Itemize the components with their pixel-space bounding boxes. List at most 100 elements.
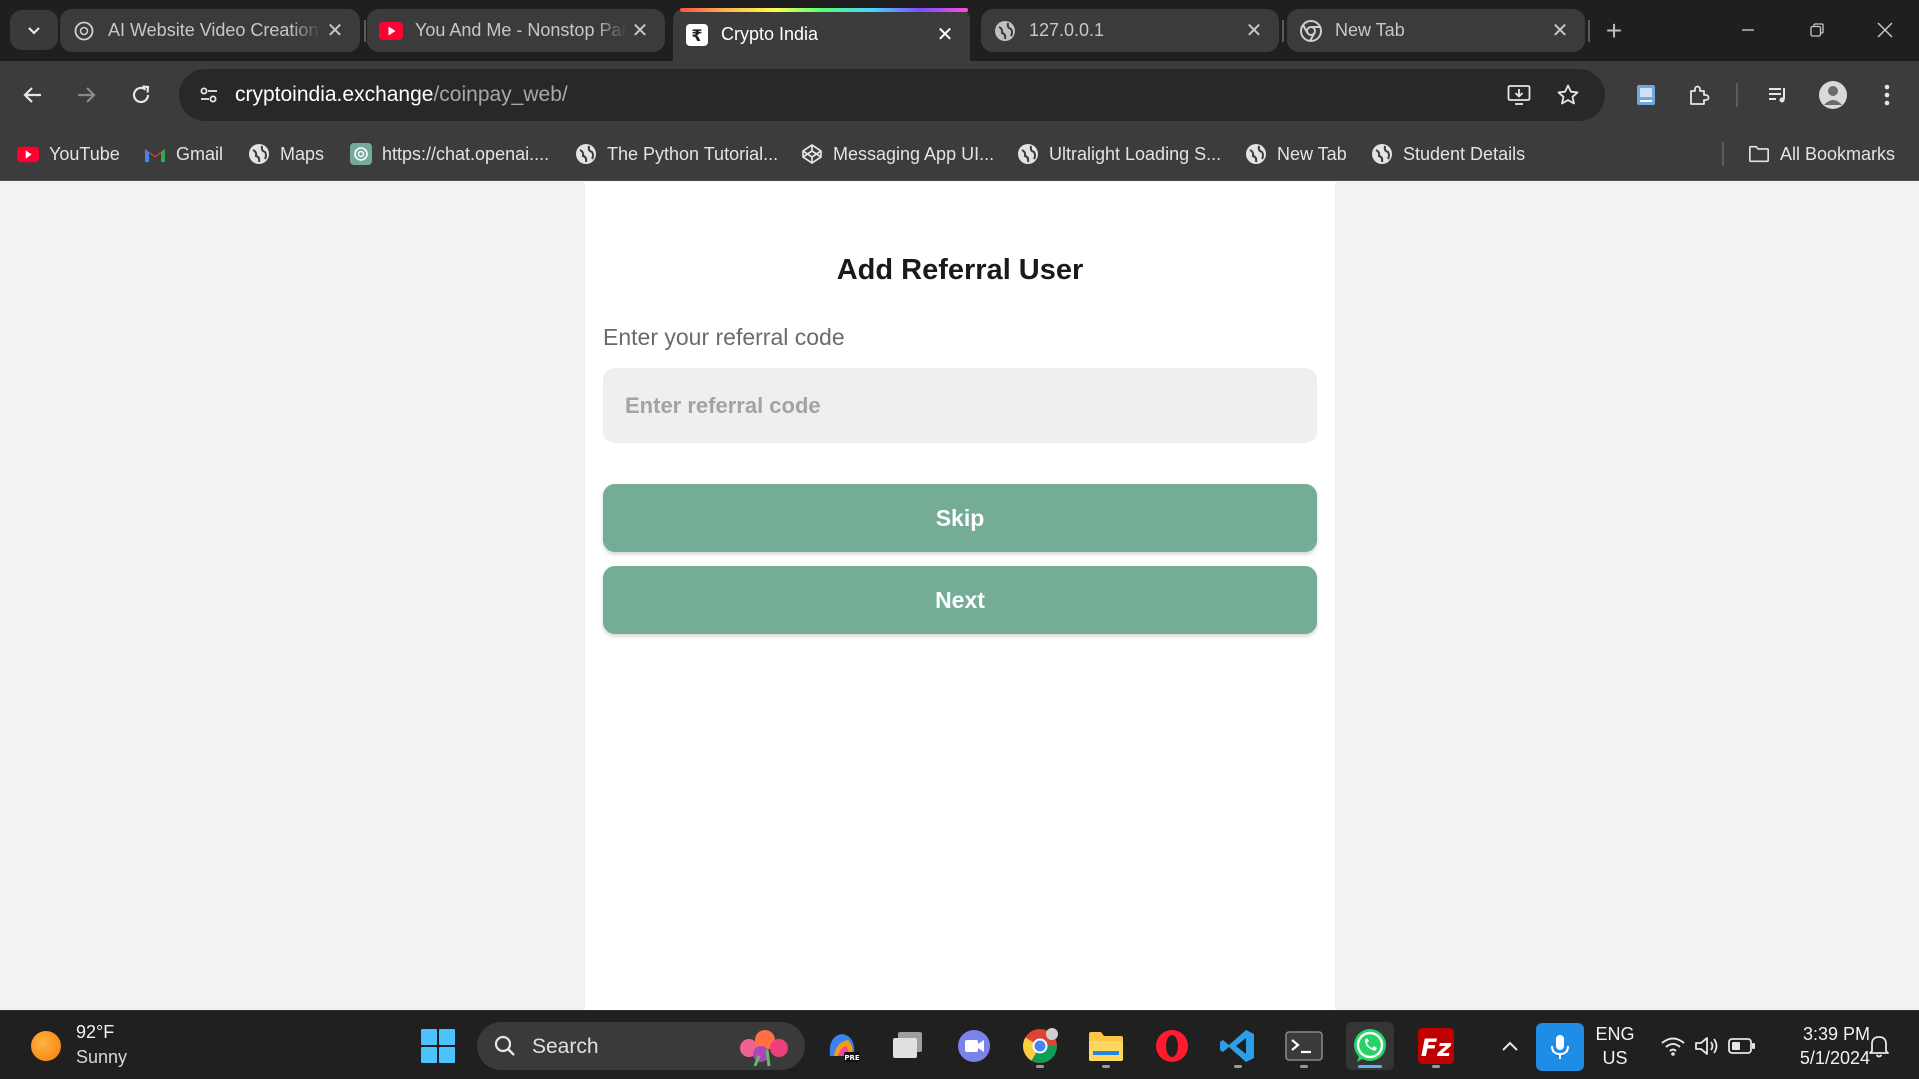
- tab-strip: AI Website Video Creation ✕ You And Me -…: [0, 0, 1919, 61]
- site-info-button[interactable]: [191, 77, 227, 113]
- voice-access-button[interactable]: [1536, 1023, 1584, 1071]
- bookmark-python-tutorial[interactable]: The Python Tutorial...: [575, 140, 778, 168]
- taskbar-teams[interactable]: [950, 1022, 998, 1070]
- bookmark-messaging-app-ui[interactable]: Messaging App UI...: [801, 140, 994, 168]
- taskbar-whatsapp[interactable]: [1346, 1022, 1394, 1070]
- media-controls-button[interactable]: [1758, 75, 1798, 115]
- quick-settings-button[interactable]: [1650, 1022, 1760, 1070]
- bookmark-label: Student Details: [1403, 143, 1526, 164]
- forward-button[interactable]: [66, 75, 106, 115]
- taskbar-task-view[interactable]: [884, 1022, 932, 1070]
- back-button[interactable]: [13, 75, 53, 115]
- new-tab-button[interactable]: +: [1597, 14, 1631, 48]
- clock-time: 3:39 PM: [1802, 1024, 1870, 1044]
- tab-search-button[interactable]: [10, 10, 58, 50]
- page-viewport: Add Referral User Enter your referral co…: [0, 182, 1919, 1010]
- tab-title: AI Website Video Creation: [108, 20, 319, 40]
- notifications-button[interactable]: [1857, 1022, 1901, 1070]
- start-button[interactable]: [414, 1022, 462, 1070]
- volume-icon: [1695, 1037, 1718, 1055]
- bookmark-student-details[interactable]: Student Details: [1371, 140, 1525, 168]
- address-bar[interactable]: cryptoindia.exchange/coinpay_web/: [179, 69, 1605, 121]
- chatgpt-icon: [350, 143, 372, 165]
- page-title: Add Referral User: [836, 254, 1084, 286]
- chrome-icon: [1023, 1028, 1058, 1063]
- puzzle-icon: [1690, 85, 1710, 105]
- tab-crypto-india[interactable]: ₹ Crypto India ✕: [673, 8, 970, 61]
- install-app-button[interactable]: [1499, 75, 1539, 115]
- folder-icon: [1089, 1032, 1123, 1061]
- globe-icon: [1017, 143, 1039, 165]
- language-indicator[interactable]: ENG US: [1590, 1024, 1640, 1069]
- media-queue-icon: [1769, 88, 1785, 103]
- extensions-menu-button[interactable]: [1679, 75, 1719, 115]
- close-icon[interactable]: ✕: [322, 18, 348, 44]
- tab-title: Crypto India: [721, 24, 819, 44]
- close-window-button[interactable]: [1865, 12, 1905, 48]
- clock[interactable]: 3:39 PM 5/1/2024: [1772, 1024, 1870, 1069]
- taskbar-opera[interactable]: [1148, 1022, 1196, 1070]
- tab-separator: [1588, 20, 1590, 42]
- tab-localhost[interactable]: 127.0.0.1 ✕: [981, 9, 1279, 52]
- bookmark-chat-openai[interactable]: https://chat.openai....: [350, 140, 549, 168]
- filezilla-icon: Fz: [1418, 1028, 1454, 1064]
- keyboard-layout: US: [1602, 1048, 1628, 1068]
- taskbar-file-explorer[interactable]: [1082, 1022, 1130, 1070]
- bookmark-ultralight-loading[interactable]: Ultralight Loading S...: [1017, 140, 1221, 168]
- close-icon[interactable]: ✕: [1547, 18, 1573, 44]
- extension-button[interactable]: [1626, 75, 1666, 115]
- referral-card: Add Referral User Enter your referral co…: [585, 182, 1335, 1010]
- minimize-button[interactable]: [1728, 12, 1768, 48]
- referral-code-label: Enter your referral code: [603, 324, 845, 350]
- whatsapp-icon: [1354, 1029, 1386, 1062]
- taskbar-search[interactable]: Search: [477, 1022, 805, 1070]
- tab-ai-website-video[interactable]: AI Website Video Creation ✕: [60, 9, 360, 52]
- opera-icon: [1156, 1030, 1188, 1062]
- bookmark-label: Maps: [280, 143, 325, 164]
- microphone-icon: [1551, 1035, 1569, 1059]
- bookmark-new-tab[interactable]: New Tab: [1245, 140, 1347, 168]
- profile-button[interactable]: [1813, 75, 1853, 115]
- language-code: ENG: [1595, 1024, 1635, 1044]
- restore-button[interactable]: [1797, 12, 1837, 48]
- skip-button[interactable]: Skip: [603, 484, 1317, 552]
- bookmark-label: https://chat.openai....: [382, 143, 550, 164]
- taskbar-filezilla[interactable]: Fz: [1412, 1022, 1460, 1070]
- close-icon[interactable]: ✕: [1241, 18, 1267, 44]
- tab-new-tab[interactable]: New Tab ✕: [1287, 9, 1585, 52]
- bookmark-star-button[interactable]: [1548, 75, 1588, 115]
- taskbar-chrome[interactable]: [1016, 1022, 1064, 1070]
- clock-date: 5/1/2024: [1799, 1048, 1870, 1068]
- url-text[interactable]: cryptoindia.exchange/coinpay_web/: [235, 83, 568, 107]
- wifi-icon: [1661, 1037, 1685, 1056]
- tab-title: You And Me - Nonstop Party: [415, 20, 627, 40]
- rupee-icon: ₹: [685, 23, 709, 47]
- bookmark-label: Ultralight Loading S...: [1049, 143, 1222, 164]
- browser-toolbar: cryptoindia.exchange/coinpay_web/: [0, 61, 1919, 128]
- restore-icon: [1810, 23, 1824, 37]
- close-icon[interactable]: ✕: [627, 18, 653, 44]
- taskbar-copilot[interactable]: PRE: [818, 1022, 866, 1070]
- globe-icon: [248, 143, 270, 165]
- avatar: [1819, 81, 1847, 109]
- next-button[interactable]: Next: [603, 566, 1317, 634]
- arrow-right-icon: [78, 87, 96, 103]
- globe-icon: [575, 143, 597, 165]
- taskbar-vscode[interactable]: [1214, 1022, 1262, 1070]
- taskbar: 92°F Sunny Search PRE Fz ENG US 3:39 PM …: [0, 1010, 1919, 1079]
- folder-icon: [1748, 143, 1770, 165]
- bookmark-youtube[interactable]: YouTube: [17, 140, 120, 168]
- bookmark-label: Messaging App UI...: [833, 143, 995, 164]
- reload-button[interactable]: [121, 75, 161, 115]
- tab-you-and-me[interactable]: You And Me - Nonstop Party ✕: [367, 9, 665, 52]
- tab-title: New Tab: [1335, 20, 1405, 40]
- all-bookmarks-button[interactable]: All Bookmarks: [1748, 140, 1895, 168]
- search-icon: [494, 1035, 515, 1056]
- taskbar-terminal[interactable]: [1280, 1022, 1328, 1070]
- show-hidden-icons-button[interactable]: [1486, 1022, 1534, 1070]
- close-icon[interactable]: ✕: [932, 22, 958, 48]
- bookmark-maps[interactable]: Maps: [248, 140, 324, 168]
- referral-code-input[interactable]: [603, 368, 1317, 443]
- browser-menu-button[interactable]: [1867, 75, 1907, 115]
- bookmark-gmail[interactable]: Gmail: [144, 140, 223, 168]
